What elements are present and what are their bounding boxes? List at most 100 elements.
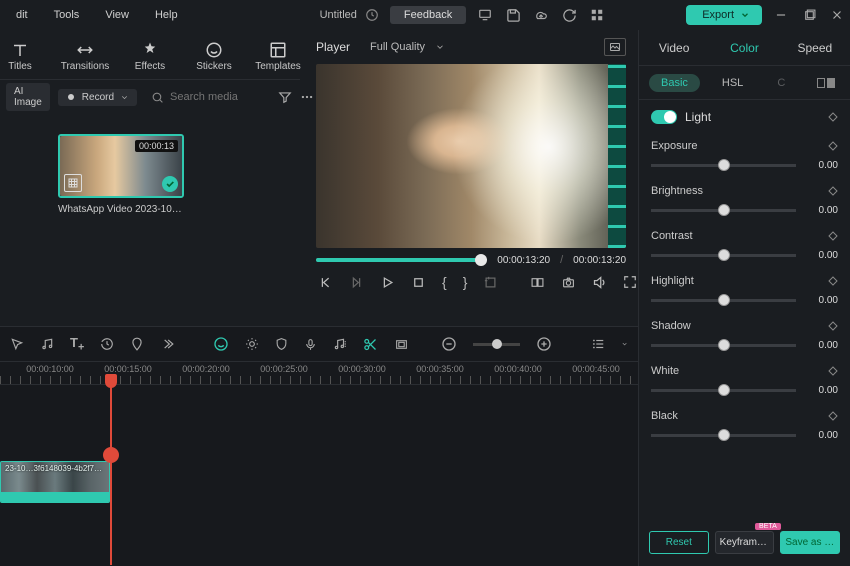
crop-icon[interactable] (483, 275, 498, 290)
clip-filename: WhatsApp Video 2023-10-05... (58, 204, 184, 215)
filter-icon[interactable] (278, 90, 292, 104)
close-icon[interactable] (828, 6, 846, 24)
slider-track[interactable] (651, 299, 796, 302)
tab-video[interactable]: Video (639, 30, 709, 65)
quality-dropdown[interactable]: Full Quality (370, 41, 445, 53)
slider-track[interactable] (651, 254, 796, 257)
menu-view[interactable]: View (93, 5, 141, 25)
preview-seekbar[interactable]: 00:00:13:20 / 00:00:13:20 (306, 248, 636, 266)
zoom-out-icon[interactable] (441, 336, 457, 352)
subtab-hsl[interactable]: HSL (710, 74, 755, 92)
subtab-curves[interactable]: C (765, 74, 797, 92)
snapshot-icon[interactable] (604, 38, 626, 56)
tl-split-icon[interactable] (363, 337, 378, 352)
tl-audio-icon[interactable] (40, 337, 54, 351)
tl-aspect-icon[interactable] (394, 338, 409, 351)
play-out-icon[interactable] (349, 275, 364, 290)
subtab-basic[interactable]: Basic (649, 74, 700, 92)
cloud-icon[interactable] (532, 6, 550, 24)
keyframe-icon[interactable] (828, 186, 838, 196)
light-toggle[interactable] (651, 110, 677, 124)
refresh-icon[interactable] (560, 6, 578, 24)
search-input-wrap[interactable] (145, 91, 270, 104)
panel-layout-icon[interactable] (817, 78, 835, 88)
prev-frame-icon[interactable] (318, 275, 333, 290)
volume-icon[interactable] (592, 275, 607, 290)
export-button[interactable]: Export (686, 5, 762, 25)
slider-track[interactable] (651, 209, 796, 212)
media-clip-thumb[interactable]: 00:00:13 (58, 134, 184, 198)
tl-text-icon[interactable]: T+ (70, 335, 84, 354)
tool-titles[interactable]: Titles (0, 41, 40, 72)
camera-icon[interactable] (561, 276, 576, 289)
keyframe-icon[interactable] (828, 321, 838, 331)
tool-effects[interactable]: Effects (130, 41, 170, 72)
record-button[interactable]: Record (58, 89, 137, 106)
bracket-out-icon[interactable]: } (463, 274, 468, 290)
menu-tools[interactable]: Tools (42, 5, 92, 25)
tl-music-icon[interactable] (333, 337, 347, 351)
keyframe-icon[interactable] (828, 276, 838, 286)
tool-stickers[interactable]: Stickers (194, 41, 234, 72)
chevron-down-icon (120, 93, 129, 102)
keyframe-icon[interactable] (828, 411, 838, 421)
minimize-icon[interactable] (772, 6, 790, 24)
timeline-ruler[interactable]: 00:00:10:0000:00:15:0000:00:20:0000:00:2… (0, 361, 638, 385)
timeline-tracks[interactable]: 23-10…3f6148039-4b2f7… (0, 385, 638, 565)
slider-value: 0.00 (806, 340, 838, 351)
save-icon[interactable] (504, 6, 522, 24)
save-as-custom-button[interactable]: Save as cu... (780, 531, 840, 554)
maximize-icon[interactable] (800, 6, 818, 24)
tab-speed[interactable]: Speed (780, 30, 850, 65)
section-light-label: Light (685, 110, 711, 124)
tool-templates[interactable]: Templates (258, 41, 298, 72)
tl-history-icon[interactable] (100, 337, 114, 351)
menu-help[interactable]: Help (143, 5, 190, 25)
tl-enhance-icon[interactable] (245, 337, 259, 351)
sync-icon[interactable] (365, 8, 379, 22)
playhead-cut-icon[interactable] (103, 447, 119, 463)
tl-more-icon[interactable] (160, 337, 174, 351)
timeline: T+ 00:00:10:0000:00:15:0000:00:20:0000:0… (0, 326, 638, 566)
slider-label: Brightness (651, 185, 703, 197)
bracket-in-icon[interactable]: { (442, 274, 447, 290)
desktop-icon[interactable] (476, 6, 494, 24)
playhead[interactable] (110, 385, 112, 565)
zoom-slider[interactable] (473, 343, 519, 346)
ai-image-button[interactable]: AI Image (6, 83, 50, 111)
slider-track[interactable] (651, 434, 796, 437)
clip-duration: 00:00:13 (135, 140, 178, 152)
slider-highlight: Highlight 0.00 (639, 269, 850, 314)
keyframe-panel-button[interactable]: Keyframe P... (715, 531, 775, 554)
tool-transitions[interactable]: Transitions (64, 41, 106, 72)
compare-icon[interactable] (530, 276, 545, 289)
keyframe-icon[interactable] (828, 231, 838, 241)
slider-track[interactable] (651, 389, 796, 392)
tab-color[interactable]: Color (709, 30, 779, 65)
tl-pointer-icon[interactable] (10, 337, 24, 351)
menu-edit[interactable]: dit (4, 5, 40, 25)
reset-button[interactable]: Reset (649, 531, 709, 554)
slider-track[interactable] (651, 344, 796, 347)
apps-icon[interactable] (588, 6, 606, 24)
feedback-button[interactable]: Feedback (390, 6, 466, 24)
slider-track[interactable] (651, 164, 796, 167)
slider-shadow: Shadow 0.00 (639, 314, 850, 359)
keyframe-icon[interactable] (828, 141, 838, 151)
keyframe-icon[interactable] (828, 112, 838, 122)
timeline-clip[interactable]: 23-10…3f6148039-4b2f7… (0, 461, 110, 503)
fullscreen-icon[interactable] (623, 275, 637, 289)
zoom-in-icon[interactable] (536, 336, 552, 352)
slider-value: 0.00 (806, 160, 838, 171)
play-icon[interactable] (380, 275, 395, 290)
preview-viewport[interactable] (316, 64, 626, 248)
stop-icon[interactable] (411, 275, 426, 290)
tl-shield-icon[interactable] (275, 337, 288, 351)
tl-ai-face-icon[interactable] (213, 336, 229, 352)
tl-list-icon[interactable] (591, 337, 605, 351)
tl-marker-icon[interactable] (130, 337, 144, 351)
keyframe-icon[interactable] (828, 366, 838, 376)
chevron-down-icon[interactable] (621, 339, 628, 349)
tl-mic-icon[interactable] (304, 337, 317, 352)
search-input[interactable] (170, 91, 270, 103)
